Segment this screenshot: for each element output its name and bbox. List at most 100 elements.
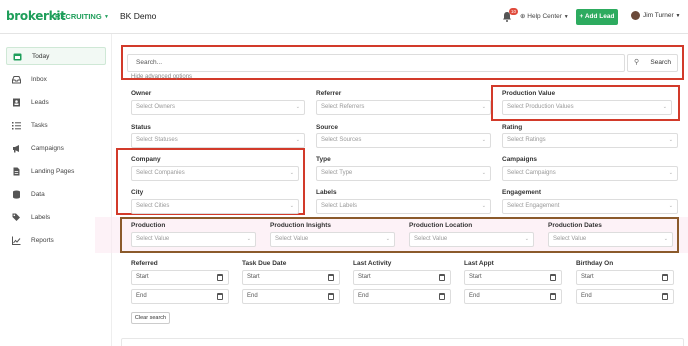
birthday-start-input[interactable]: Start — [576, 270, 674, 285]
production-location-select[interactable]: Select Value ⌄ — [409, 232, 534, 247]
chevron-down-icon: ⌄ — [524, 236, 529, 242]
last-activity-end-input[interactable]: End — [353, 289, 451, 304]
last-activity-label: Last Activity — [353, 260, 392, 267]
last-appt-end-input[interactable]: End — [464, 289, 562, 304]
chevron-down-icon: ⌄ — [662, 104, 667, 110]
clear-search-button[interactable]: Clear search — [131, 312, 170, 324]
top-bar: brokerkit RECRUITING ▼ BK Demo 10 ⊕ Help… — [0, 0, 688, 34]
start-placeholder: Start — [358, 274, 371, 280]
notification-badge: 10 — [509, 8, 519, 15]
task-due-start-input[interactable]: Start — [242, 270, 340, 285]
sidebar-item-label: Reports — [31, 236, 54, 244]
referrer-placeholder: Select Referrers — [321, 104, 365, 110]
chevron-down-icon: ▼ — [563, 14, 569, 20]
sidebar-item-data[interactable]: Data — [6, 185, 106, 203]
user-menu[interactable]: Jim Turner ▼ — [643, 12, 680, 19]
sidebar-item-campaigns[interactable]: Campaigns — [6, 139, 106, 157]
calendar-icon[interactable] — [439, 274, 445, 281]
task-due-date-label: Task Due Date — [242, 260, 287, 267]
sidebar-item-inbox[interactable]: Inbox — [6, 70, 106, 88]
calendar-icon — [13, 52, 22, 61]
production-insights-placeholder: Select Value — [275, 236, 309, 242]
help-center-menu[interactable]: ⊕ Help Center ▼ — [520, 12, 569, 20]
rating-select[interactable]: Select Ratings ⌄ — [502, 133, 678, 148]
calendar-icon[interactable] — [217, 293, 223, 300]
city-select[interactable]: Select Cities ⌄ — [131, 199, 299, 214]
product-switcher[interactable]: RECRUITING — [55, 12, 102, 21]
task-due-end-input[interactable]: End — [242, 289, 340, 304]
referrer-label: Referrer — [316, 90, 342, 97]
search-button-label: Search — [650, 59, 671, 66]
megaphone-icon — [12, 144, 21, 153]
sidebar-item-label: Today — [32, 52, 50, 60]
source-select[interactable]: Select Sources ⌄ — [316, 133, 491, 148]
calendar-icon[interactable] — [550, 274, 556, 281]
campaigns-select[interactable]: Select Campaigns ⌄ — [502, 166, 678, 181]
calendar-icon[interactable] — [439, 293, 445, 300]
production-label: Production — [131, 222, 166, 229]
owner-select[interactable]: Select Owners ⌄ — [131, 100, 305, 115]
source-placeholder: Select Sources — [321, 137, 362, 143]
engagement-select[interactable]: Select Engagement ⌄ — [502, 199, 678, 214]
calendar-icon[interactable] — [328, 293, 334, 300]
production-dates-select[interactable]: Select Value ⌄ — [548, 232, 673, 247]
search-button[interactable]: ⚲ Search — [627, 54, 678, 72]
type-placeholder: Select Type — [321, 170, 353, 176]
sidebar-item-leads[interactable]: Leads — [6, 93, 106, 111]
labels-select[interactable]: Select Labels ⌄ — [316, 199, 491, 214]
chevron-down-icon: ⌄ — [668, 203, 673, 209]
list-icon — [12, 121, 21, 130]
calendar-icon[interactable] — [328, 274, 334, 281]
campaigns-placeholder: Select Campaigns — [507, 170, 556, 176]
type-select[interactable]: Select Type ⌄ — [316, 166, 491, 181]
labels-placeholder: Select Labels — [321, 203, 358, 209]
sidebar: Today Inbox Leads Tasks Campaigns Landin… — [0, 34, 112, 346]
inbox-icon — [12, 75, 21, 84]
chevron-down-icon: ⌄ — [385, 236, 390, 242]
search-input[interactable]: Search... — [127, 54, 625, 72]
chevron-down-icon: ⌄ — [668, 137, 673, 143]
sidebar-item-landing-pages[interactable]: Landing Pages — [6, 162, 106, 180]
engagement-placeholder: Select Engagement — [507, 203, 560, 209]
calendar-icon[interactable] — [662, 293, 668, 300]
production-location-label: Production Location — [409, 222, 473, 229]
production-dates-placeholder: Select Value — [553, 236, 587, 242]
avatar[interactable] — [631, 11, 640, 20]
calendar-icon[interactable] — [550, 293, 556, 300]
chart-icon — [12, 236, 21, 245]
birthday-on-label: Birthday On — [576, 260, 614, 267]
hide-advanced-options-link[interactable]: Hide advanced options — [131, 74, 192, 80]
last-appt-start-input[interactable]: Start — [464, 270, 562, 285]
production-placeholder: Select Value — [136, 236, 170, 242]
last-appt-label: Last Appt — [464, 260, 494, 267]
referred-start-input[interactable]: Start — [131, 270, 229, 285]
search-icon: ⚲ — [634, 59, 640, 66]
calendar-icon[interactable] — [217, 274, 223, 281]
calendar-icon[interactable] — [662, 274, 668, 281]
page-title: BK Demo — [120, 11, 157, 21]
sidebar-item-label: Tasks — [31, 121, 48, 129]
referred-end-input[interactable]: End — [131, 289, 229, 304]
end-placeholder: End — [581, 293, 592, 299]
add-lead-button[interactable]: + Add Lead — [576, 9, 618, 25]
sidebar-item-tasks[interactable]: Tasks — [6, 116, 106, 134]
production-insights-select[interactable]: Select Value ⌄ — [270, 232, 395, 247]
status-select[interactable]: Select Statuses ⌄ — [131, 133, 305, 148]
production-select[interactable]: Select Value ⌄ — [131, 232, 256, 247]
last-activity-start-input[interactable]: Start — [353, 270, 451, 285]
database-icon — [12, 190, 21, 199]
referrer-select[interactable]: Select Referrers ⌄ — [316, 100, 491, 115]
company-placeholder: Select Companies — [136, 170, 185, 176]
sidebar-item-labels[interactable]: Labels — [6, 208, 106, 226]
chevron-down-icon: ⌄ — [295, 137, 300, 143]
birthday-end-input[interactable]: End — [576, 289, 674, 304]
chevron-down-icon: ⌄ — [481, 104, 486, 110]
sidebar-item-label: Inbox — [31, 75, 47, 83]
company-select[interactable]: Select Companies ⌄ — [131, 166, 299, 181]
production-value-select[interactable]: Select Production Values ⌄ — [502, 100, 672, 115]
end-placeholder: End — [358, 293, 369, 299]
sidebar-item-reports[interactable]: Reports — [6, 231, 106, 249]
city-label: City — [131, 189, 144, 196]
sidebar-item-today[interactable]: Today — [6, 47, 106, 65]
end-placeholder: End — [136, 293, 147, 299]
